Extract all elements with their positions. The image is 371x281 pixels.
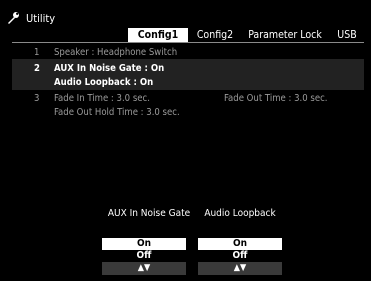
- up-down-arrows-icon[interactable]: ▲▼: [198, 262, 282, 275]
- param-label: Fade In Time : 3.0 sec.: [54, 93, 150, 104]
- param-number: 3: [34, 93, 40, 104]
- param-label: AUX In Noise Gate : On: [54, 63, 165, 74]
- param-label: Speaker : Headphone Switch: [54, 47, 178, 58]
- param-label: Fade Out Hold Time : 3.0 sec.: [54, 107, 180, 118]
- param-row-audio-loopback[interactable]: Audio Loopback : On: [12, 77, 364, 88]
- param-number: 1: [34, 47, 40, 58]
- up-down-arrows-icon[interactable]: ▲▼: [102, 262, 186, 275]
- aux-noise-gate-selector[interactable]: On Off ▲▼: [102, 238, 186, 275]
- selector-header-loopback: Audio Loopback: [204, 208, 276, 219]
- param-label: Audio Loopback : On: [54, 77, 154, 88]
- option-on[interactable]: On: [102, 238, 186, 250]
- tab-parameter-lock[interactable]: Parameter Lock: [242, 28, 328, 42]
- option-off[interactable]: Off: [198, 250, 282, 262]
- option-off[interactable]: Off: [102, 250, 186, 262]
- param-row-aux-noise-gate[interactable]: 2 AUX In Noise Gate : On: [12, 63, 364, 74]
- wrench-icon: [8, 12, 19, 24]
- param-number: 2: [34, 63, 40, 74]
- tab-config1[interactable]: Config1: [128, 28, 188, 42]
- audio-loopback-selector[interactable]: On Off ▲▼: [198, 238, 282, 275]
- param-row-fade-hold[interactable]: Fade Out Hold Time : 3.0 sec.: [12, 107, 364, 118]
- selector-header-aux: AUX In Noise Gate: [107, 208, 191, 219]
- param-label-secondary: Fade Out Time : 3.0 sec.: [224, 93, 328, 104]
- tab-config2[interactable]: Config2: [192, 28, 238, 42]
- tab-divider: [12, 42, 364, 43]
- param-row-fade[interactable]: 3 Fade In Time : 3.0 sec. Fade Out Time …: [12, 93, 364, 104]
- param-row-speaker[interactable]: 1 Speaker : Headphone Switch: [12, 47, 364, 58]
- tab-usb[interactable]: USB: [332, 28, 362, 42]
- option-on[interactable]: On: [198, 238, 282, 250]
- app-title: Utility: [26, 12, 56, 25]
